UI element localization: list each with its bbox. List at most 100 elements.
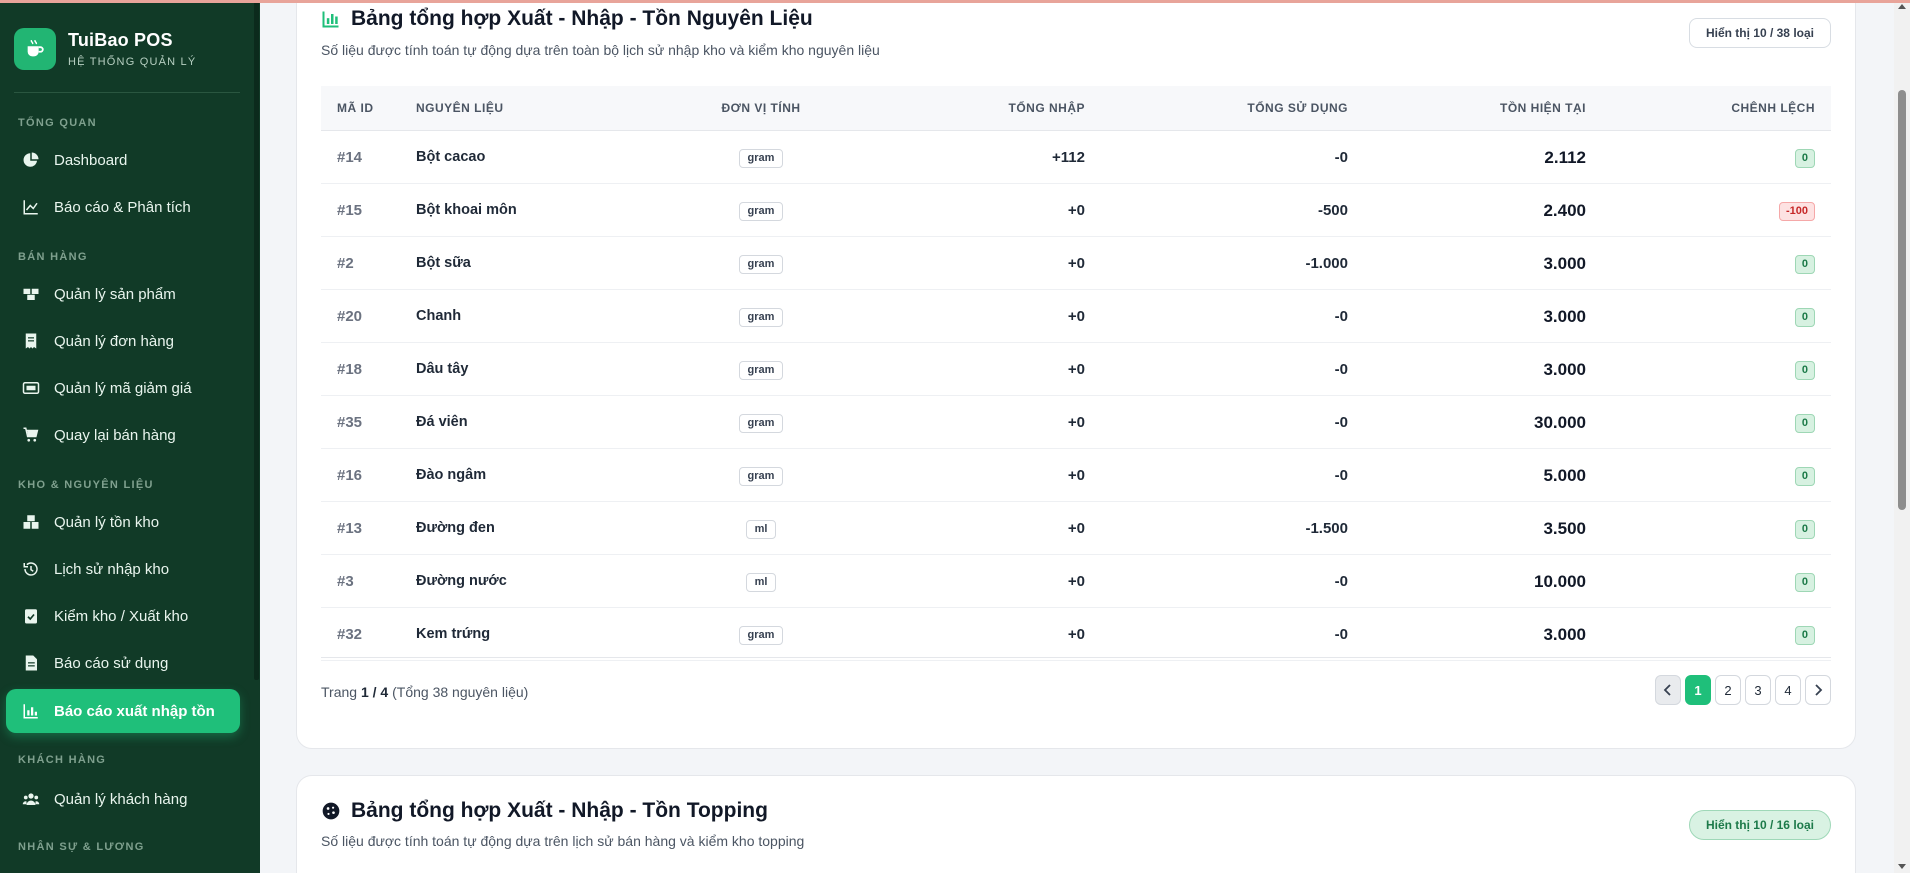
chevron-left-icon — [1663, 684, 1671, 696]
cell-total-used: -500 — [1317, 202, 1348, 219]
difference-badge: 0 — [1794, 466, 1815, 486]
cell-total-in: +0 — [1067, 202, 1085, 219]
cell-unit: gram — [721, 449, 801, 502]
page-button-3[interactable]: 3 — [1745, 675, 1771, 705]
unit-badge: ml — [745, 519, 777, 539]
sidebar-item-import-history[interactable]: Lịch sử nhập kho — [6, 547, 240, 591]
unit-badge: gram — [738, 413, 784, 433]
cell-total-used: -0 — [1334, 149, 1348, 166]
sidebar: TuiBao POS HỆ THỐNG QUẢN LÝ TỔNG QUAN Da… — [0, 0, 260, 873]
scroll-up-arrow[interactable] — [1898, 4, 1906, 9]
cell-current-stock: 3.000 — [1543, 307, 1586, 326]
sidebar-item-label: Quay lại bán hàng — [54, 426, 176, 444]
scroll-down-arrow[interactable] — [1898, 864, 1906, 869]
sidebar-item-back-to-sales[interactable]: Quay lại bán hàng — [6, 413, 240, 457]
clipboard-check-icon — [25, 609, 37, 624]
sidebar-scrollbar[interactable] — [254, 0, 259, 680]
cell-id: #13 — [337, 520, 363, 537]
cell-ingredient-name: Bột khoai môn — [416, 202, 517, 218]
topping-card-subtitle: Số liệu được tính toán tự động dựa trên … — [321, 833, 805, 849]
page-button-1[interactable]: 1 — [1685, 675, 1711, 705]
cell-total-used: -0 — [1334, 626, 1348, 643]
cell-total-in: +0 — [1067, 573, 1085, 590]
cell-ingredient-name: Đào ngâm — [416, 467, 487, 483]
brand[interactable]: TuiBao POS HỆ THỐNG QUẢN LÝ — [14, 28, 196, 70]
sidebar-item-orders[interactable]: Quản lý đơn hàng — [6, 319, 240, 363]
cell-difference: 0 — [1794, 555, 1815, 608]
sidebar-item-discounts[interactable]: Quản lý mã giảm giá — [6, 366, 240, 410]
cell-total-in: +0 — [1067, 308, 1085, 325]
cell-total-used: -1.500 — [1305, 520, 1348, 537]
cell-ingredient-name: Đá viên — [416, 414, 468, 430]
cell-current-stock: 2.112 — [1544, 148, 1586, 167]
cell-unit: gram — [721, 343, 801, 396]
cell-id: #15 — [337, 202, 363, 219]
sidebar-item-stock[interactable]: Quản lý tồn kho — [6, 500, 240, 544]
cell-ingredient-name: Bột cacao — [416, 149, 486, 165]
page-scrollbar[interactable] — [1894, 0, 1910, 873]
cell-total-used: -0 — [1334, 361, 1348, 378]
cell-total-in: +0 — [1067, 255, 1085, 272]
receipt-icon — [25, 333, 37, 349]
difference-badge: 0 — [1794, 254, 1815, 274]
cell-unit: gram — [721, 237, 801, 290]
col-ingredient: NGUYÊN LIỆU — [416, 101, 504, 115]
next-page-button[interactable] — [1805, 675, 1831, 705]
col-id: MÃ ID — [337, 101, 374, 115]
page-suffix: (Tổng 38 nguyên liệu) — [388, 684, 529, 700]
sidebar-item-label: Quản lý tồn kho — [54, 513, 160, 531]
unit-badge: ml — [745, 572, 777, 592]
cell-current-stock: 5.000 — [1543, 466, 1586, 485]
cell-difference: 0 — [1794, 396, 1815, 449]
section-label-sales: BÁN HÀNG — [18, 251, 88, 263]
scrollbar-thumb[interactable] — [1898, 90, 1906, 510]
sidebar-item-label: Lịch sử nhập kho — [54, 560, 170, 578]
cell-total-in: +0 — [1067, 520, 1085, 537]
cell-total-used: -1.000 — [1305, 255, 1348, 272]
col-unit: ĐƠN VỊ TÍNH — [721, 101, 801, 115]
sidebar-item-usage-report[interactable]: Báo cáo sử dụng — [6, 641, 240, 685]
page-button-4[interactable]: 4 — [1775, 675, 1801, 705]
difference-badge: 0 — [1794, 307, 1815, 327]
topping-count-badge: Hiển thị 10 / 16 loại — [1688, 810, 1831, 840]
sidebar-divider — [14, 92, 240, 93]
difference-badge: 0 — [1794, 519, 1815, 539]
pagination-summary: Trang 1 / 4 (Tổng 38 nguyên liệu) — [321, 684, 528, 700]
cell-difference: 0 — [1794, 449, 1815, 502]
sidebar-item-products[interactable]: Quản lý sản phẩm — [6, 272, 240, 316]
sidebar-item-import-export-report[interactable]: Báo cáo xuất nhập tồn — [6, 689, 240, 733]
sidebar-item-label: Dashboard — [54, 151, 128, 169]
document-icon — [25, 655, 37, 671]
sidebar-item-label: Quản lý mã giảm giá — [54, 379, 192, 397]
sidebar-item-label: Quản lý đơn hàng — [54, 332, 174, 350]
ingredients-summary-card: Bảng tổng hợp Xuất - Nhập - Tồn Nguyên L… — [296, 0, 1856, 749]
section-label-overview: TỔNG QUAN — [18, 117, 97, 129]
table-row: #13 Đường đen ml +0 -1.500 3.500 0 — [321, 502, 1831, 555]
pagination: 1 2 3 4 — [1655, 675, 1831, 705]
unit-badge: gram — [738, 466, 784, 486]
cell-difference: 0 — [1794, 502, 1815, 555]
sidebar-item-dashboard[interactable]: Dashboard — [6, 138, 240, 182]
section-label-inventory: KHO & NGUYÊN LIỆU — [18, 479, 154, 491]
cell-total-used: -0 — [1334, 414, 1348, 431]
table-divider — [321, 657, 1831, 658]
prev-page-button[interactable] — [1655, 675, 1681, 705]
cell-unit: gram — [721, 131, 801, 184]
cart-icon — [23, 427, 39, 442]
difference-badge: 0 — [1794, 148, 1815, 168]
cell-current-stock: 2.400 — [1543, 201, 1586, 220]
sidebar-item-customers[interactable]: Quản lý khách hàng — [6, 777, 240, 821]
sidebar-item-stock-check[interactable]: Kiểm kho / Xuất kho — [6, 594, 240, 638]
table-row: #35 Đá viên gram +0 -0 30.000 0 — [321, 396, 1831, 449]
unit-badge: gram — [738, 625, 784, 645]
page-button-2[interactable]: 2 — [1715, 675, 1741, 705]
warehouse-icon — [23, 515, 39, 529]
cell-ingredient-name: Dâu tây — [416, 361, 469, 377]
sidebar-item-reports-analytics[interactable]: Báo cáo & Phân tích — [6, 185, 240, 229]
table-row: #32 Kem trứng gram +0 -0 3.000 0 — [321, 608, 1831, 661]
cell-id: #32 — [337, 626, 363, 643]
cell-difference: 0 — [1794, 343, 1815, 396]
table-row: #3 Đường nước ml +0 -0 10.000 0 — [321, 555, 1831, 608]
pie-chart-icon — [23, 152, 39, 167]
difference-badge: 0 — [1794, 413, 1815, 433]
